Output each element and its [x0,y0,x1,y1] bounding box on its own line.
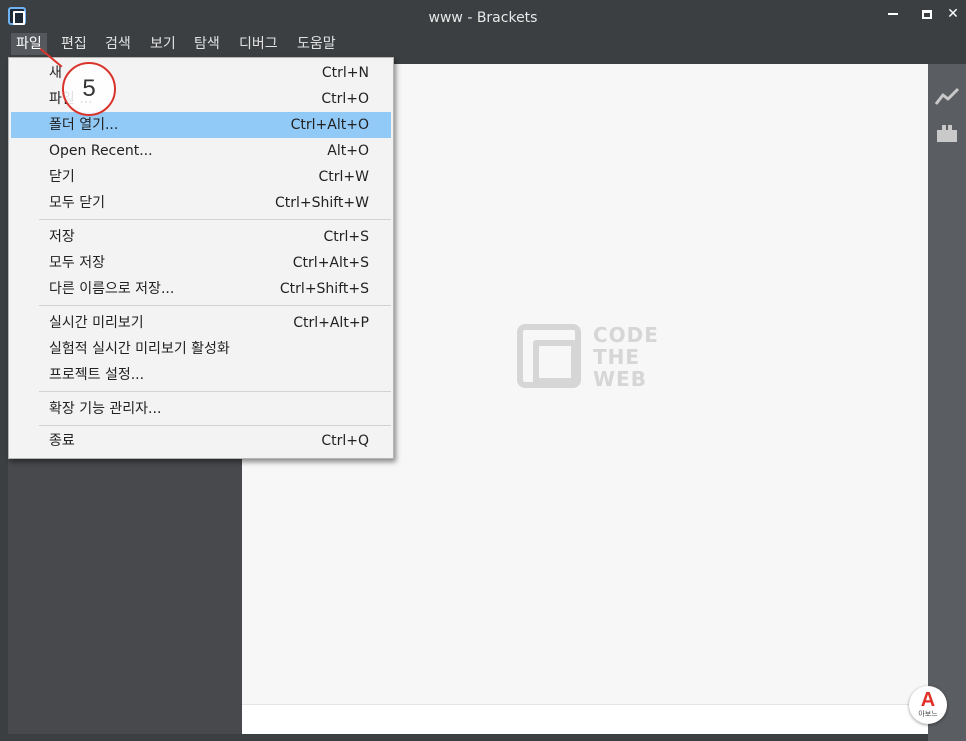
maximize-button[interactable] [914,4,940,24]
menu-help[interactable]: 도움말 [292,33,341,55]
menu-item-save-as[interactable]: 다른 이름으로 저장... Ctrl+Shift+S [11,276,391,302]
menu-bar: 파일 편집 검색 보기 탐색 디버그 도움말 [0,32,966,56]
extension-manager-icon[interactable] [934,122,960,144]
watermark-text: CODE THE WEB [593,323,659,391]
corner-logo-badge: A 아보느 [909,686,947,724]
window-title: www - Brackets [428,10,538,26]
minimize-icon [888,13,898,15]
status-bar [242,704,928,734]
menu-separator [39,305,391,306]
menu-edit[interactable]: 편집 [56,33,92,55]
brackets-watermark-icon [517,324,581,388]
menu-item-close[interactable]: 닫기 Ctrl+W [11,164,391,190]
close-button[interactable]: ✕ [940,4,966,24]
menu-item-project-settings[interactable]: 프로젝트 설정... [11,362,391,388]
menu-find[interactable]: 검색 [100,33,136,55]
right-toolbar [928,64,966,741]
menu-item-save[interactable]: 저장 Ctrl+S [11,224,391,250]
menu-view[interactable]: 보기 [145,33,181,55]
code-the-web-watermark: CODE THE WEB [517,324,658,390]
menu-item-open-folder[interactable]: 폴더 열기... Ctrl+Alt+O [11,112,391,138]
file-menu-dropdown: 새 Ctrl+N 파일 ... Ctrl+O 폴더 열기... Ctrl+Alt… [8,57,394,459]
menu-separator [39,219,391,220]
step-number-annotation: 5 [62,62,116,116]
menu-debug[interactable]: 디버그 [234,33,283,55]
title-bar: www - Brackets ✕ [0,0,966,32]
menu-item-quit[interactable]: 종료 Ctrl+Q [11,428,391,454]
menu-item-extension-manager[interactable]: 확장 기능 관리자... [11,396,391,422]
menu-item-close-all[interactable]: 모두 닫기 Ctrl+Shift+W [11,190,391,216]
menu-item-live-preview[interactable]: 실시간 미리보기 Ctrl+Alt+P [11,310,391,336]
live-preview-icon[interactable] [934,86,960,108]
menu-separator [39,425,391,426]
menu-navigate[interactable]: 탐색 [189,33,225,55]
menu-item-open-recent[interactable]: Open Recent... Alt+O [11,138,391,164]
menu-separator [39,391,391,392]
menu-item-save-all[interactable]: 모두 저장 Ctrl+Alt+S [11,250,391,276]
menu-item-experimental-live-preview[interactable]: 실험적 실시간 미리보기 활성화 [11,336,391,362]
minimize-button[interactable] [880,4,906,24]
maximize-icon [922,9,932,19]
